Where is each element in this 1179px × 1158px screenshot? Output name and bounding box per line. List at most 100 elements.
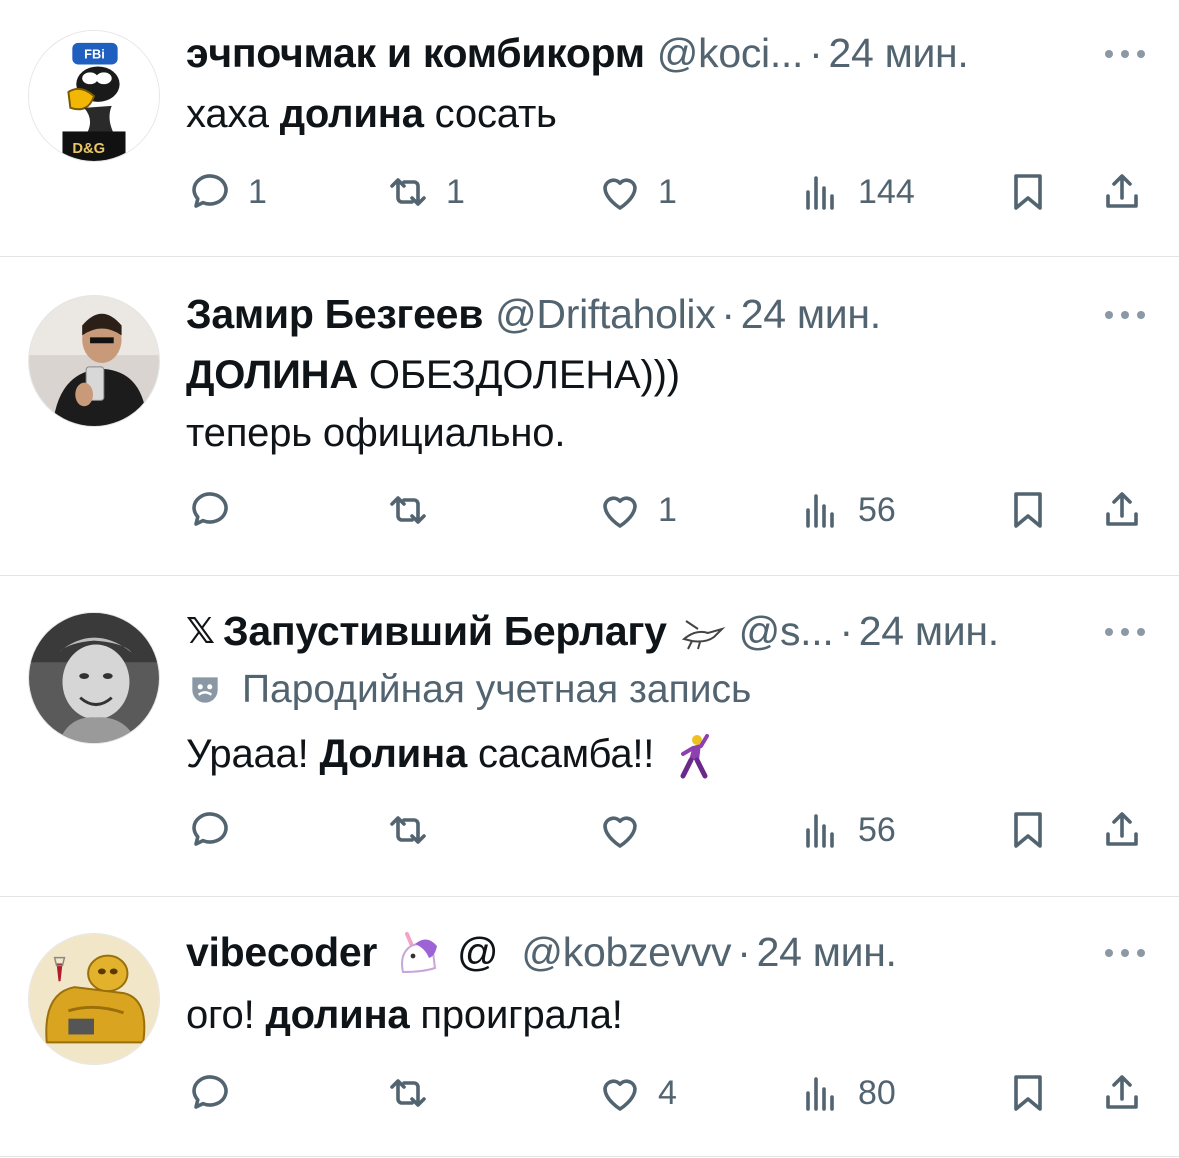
timestamp[interactable]: 24 мин.	[828, 30, 968, 76]
share-icon	[1106, 812, 1138, 846]
avatar[interactable]	[28, 295, 160, 427]
tweet-text: хаха долина сосать	[186, 84, 557, 144]
repost-icon	[390, 816, 426, 844]
like-button[interactable]: 1	[596, 482, 677, 538]
handle[interactable]: @Driftaholix	[495, 291, 716, 337]
separator-dot: ·	[809, 29, 823, 76]
views-chart-icon	[806, 176, 834, 210]
display-name[interactable]: эчпочмак и комбикорм	[186, 30, 645, 77]
vintage-bw-portrait-avatar	[29, 613, 159, 743]
text-segment: теперь официально.	[186, 411, 566, 455]
display-name[interactable]: Запустивший Берлагу	[223, 608, 667, 655]
tweet-text: теперь официально.	[186, 403, 565, 463]
share-button[interactable]	[1098, 482, 1146, 538]
tweet-text: ого! долина проиграла!	[186, 985, 623, 1045]
more-options-icon[interactable]	[1105, 943, 1145, 963]
text-segment: проиграла!	[409, 993, 623, 1037]
share-button[interactable]	[1098, 164, 1146, 220]
timestamp[interactable]: 24 мин.	[757, 929, 897, 975]
handle[interactable]: @kobzevvv	[521, 929, 731, 975]
like-button[interactable]: 1	[596, 164, 677, 220]
handle[interactable]: @s...	[739, 608, 834, 654]
views-button[interactable]: 56	[796, 802, 896, 858]
share-button[interactable]	[1098, 802, 1146, 858]
avatar[interactable]: FBi D&G	[28, 30, 160, 162]
tweet[interactable]: vibecoder @ @kobzevvv · 24 мин. ого! долин…	[0, 897, 1179, 1158]
repost-button[interactable]: 1	[384, 164, 465, 220]
reply-button[interactable]	[186, 1065, 248, 1121]
heart-icon	[603, 178, 637, 210]
reply-icon	[192, 174, 228, 208]
more-options-icon[interactable]	[1105, 44, 1145, 64]
repost-button[interactable]	[384, 482, 446, 538]
theater-mask-icon	[192, 677, 218, 703]
heart-icon	[603, 816, 637, 848]
tweet-header: vibecoder @ @kobzevvv · 24 мин.	[186, 929, 1059, 975]
bird-icon	[681, 620, 726, 650]
bookmark-button[interactable]	[1004, 164, 1052, 220]
tweet-actions: 1 56	[0, 482, 1179, 538]
repost-icon	[390, 178, 426, 206]
tweet-header: Замир Безгеев @Driftaholix · 24 мин.	[186, 291, 1059, 337]
reply-icon	[192, 492, 228, 526]
repost-count: 1	[446, 172, 465, 211]
timestamp[interactable]: 24 мин.	[859, 608, 999, 654]
text-segment: хаха	[186, 92, 280, 136]
tweet-meta: @koci... · 24 мин.	[657, 30, 969, 77]
timestamp[interactable]: 24 мин.	[741, 291, 881, 337]
reply-icon	[192, 812, 228, 846]
x-logo-icon: 𝕏	[186, 610, 216, 651]
more-options-icon[interactable]	[1105, 622, 1145, 642]
view-count: 80	[858, 1073, 896, 1112]
divider	[0, 1156, 1179, 1157]
heart-icon	[603, 1079, 637, 1111]
heart-icon	[603, 496, 637, 528]
handle[interactable]: @koci...	[657, 30, 804, 76]
more-options-icon[interactable]	[1105, 305, 1145, 325]
like-count: 4	[658, 1073, 677, 1112]
views-button[interactable]: 144	[796, 164, 915, 220]
text-segment: сасамба!!	[467, 732, 655, 776]
like-button[interactable]	[596, 802, 658, 858]
bookmark-button[interactable]	[1004, 482, 1052, 538]
tweet[interactable]: 𝕏 Запустивший Берлагу @s... · 24 мин. Паро…	[0, 576, 1179, 896]
separator-dot: ·	[721, 290, 735, 337]
like-count: 1	[658, 490, 677, 529]
repost-button[interactable]	[384, 802, 446, 858]
display-name[interactable]: vibecoder	[186, 929, 377, 976]
like-button[interactable]: 4	[596, 1065, 677, 1121]
tweet[interactable]: FBi D&G эчпочмак и комбикорм @koci... · 24…	[0, 0, 1179, 256]
golden-character-armchair-avatar	[29, 934, 159, 1064]
bookmark-button[interactable]	[1004, 802, 1052, 858]
share-button[interactable]	[1098, 1065, 1146, 1121]
repost-icon	[390, 1079, 426, 1107]
text-segment: ого!	[186, 993, 266, 1037]
reply-icon	[192, 1075, 228, 1109]
bookmark-button[interactable]	[1004, 1065, 1052, 1121]
reply-button[interactable]	[186, 802, 248, 858]
tweet-text: Урааа! Долина сасамба!!	[186, 724, 711, 784]
parody-label-text: Пародийная учетная запись	[242, 668, 752, 711]
reply-count: 1	[248, 172, 267, 211]
highlighted-keyword: Долина	[319, 732, 468, 776]
avatar[interactable]	[28, 612, 160, 744]
views-button[interactable]: 80	[796, 1065, 896, 1121]
cartoon-character-fbi-cap-avatar: FBi D&G	[29, 31, 159, 161]
parody-account-label: Пародийная учетная запись	[186, 668, 751, 712]
views-button[interactable]: 56	[796, 482, 896, 538]
tweet-meta: @ @kobzevvv · 24 мин.	[457, 929, 897, 976]
reply-button[interactable]: 1	[186, 164, 267, 220]
avatar[interactable]	[28, 933, 160, 1065]
reply-button[interactable]	[186, 482, 248, 538]
display-name[interactable]: Замир Безгеев	[186, 291, 483, 338]
share-icon	[1106, 174, 1138, 208]
bookmark-icon	[1014, 174, 1042, 210]
views-chart-icon	[806, 494, 834, 528]
like-count: 1	[658, 172, 677, 211]
tweet[interactable]: Замир Безгеев @Driftaholix · 24 мин. ДОЛИН…	[0, 257, 1179, 575]
separator-dot: ·	[737, 928, 751, 975]
tweet-actions: 1 1 1 144	[0, 164, 1179, 220]
repost-button[interactable]	[384, 1065, 446, 1121]
unicorn-emoji	[401, 932, 437, 974]
man-selfie-avatar	[29, 296, 159, 426]
